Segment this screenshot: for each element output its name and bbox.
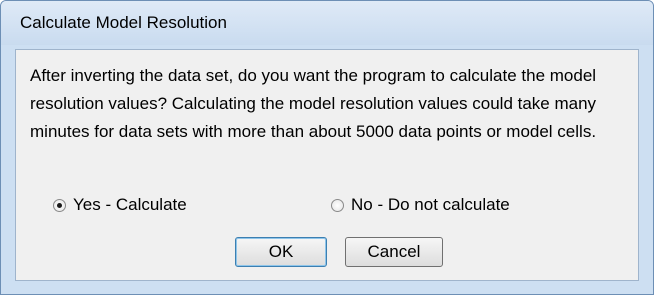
- ok-button[interactable]: OK: [235, 237, 327, 267]
- radio-unselected-icon: [331, 198, 344, 212]
- radio-yes-calculate[interactable]: Yes - Calculate: [53, 195, 187, 215]
- dialog-body: After inverting the data set, do you wan…: [15, 49, 639, 281]
- radio-no-do-not-calculate[interactable]: No - Do not calculate: [331, 195, 510, 215]
- dialog-window: Calculate Model Resolution After inverti…: [0, 0, 654, 295]
- radio-selected-icon: [53, 198, 66, 212]
- window-title: Calculate Model Resolution: [20, 13, 227, 32]
- message-text: After inverting the data set, do you wan…: [30, 66, 597, 141]
- radio-no-label: No - Do not calculate: [351, 195, 510, 214]
- radio-yes-label: Yes - Calculate: [73, 195, 187, 214]
- cancel-button[interactable]: Cancel: [345, 237, 443, 267]
- title-bar[interactable]: Calculate Model Resolution: [1, 1, 653, 45]
